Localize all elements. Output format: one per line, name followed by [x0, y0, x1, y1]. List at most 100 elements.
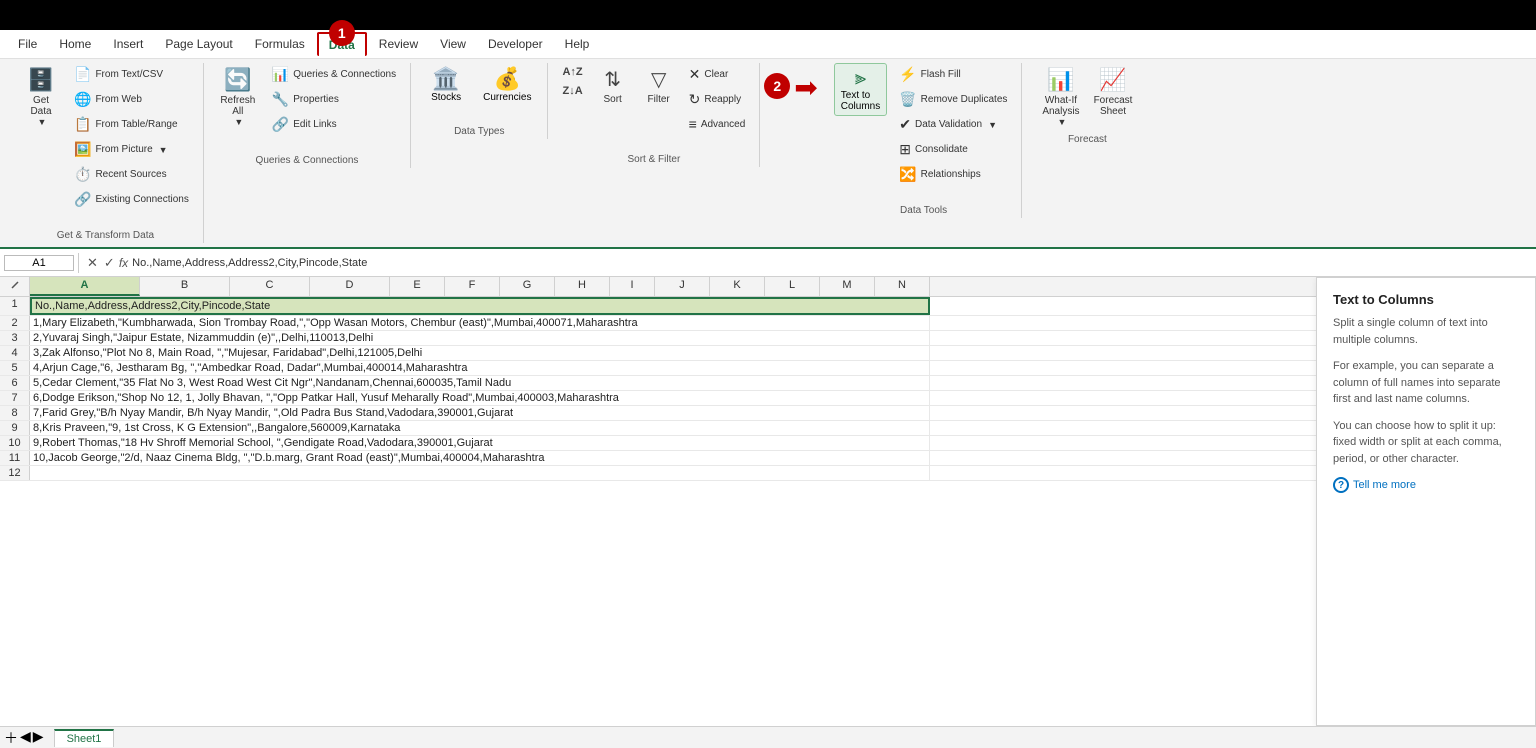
col-header-f[interactable]: F: [445, 277, 500, 296]
menu-page-layout[interactable]: Page Layout: [155, 33, 242, 55]
menu-help[interactable]: Help: [555, 33, 600, 55]
clear-label: Clear: [704, 69, 728, 80]
from-text-csv-button[interactable]: 📄 From Text/CSV: [68, 63, 195, 86]
consolidate-button[interactable]: ⊞ Consolidate: [893, 138, 1013, 161]
queries-connections-button[interactable]: 📊 Queries & Connections: [266, 63, 402, 86]
col-header-b[interactable]: B: [140, 277, 230, 296]
cell-a7[interactable]: 6,Dodge Erikson,"Shop No 12, 1, Jolly Bh…: [30, 391, 930, 405]
menu-view[interactable]: View: [430, 33, 476, 55]
sort-za-icon: Z↓A: [562, 85, 582, 97]
col-header-e[interactable]: E: [390, 277, 445, 296]
tab-scroll-right-icon[interactable]: ▶: [33, 728, 44, 748]
tab-scroll-left-icon[interactable]: ◀: [20, 728, 31, 748]
annotation-1: 1: [329, 20, 355, 46]
tell-me-more-text: Tell me more: [1353, 479, 1416, 491]
text-to-columns-button[interactable]: ⫸ Text toColumns: [834, 63, 887, 116]
from-web-button[interactable]: 🌐 From Web: [68, 88, 195, 111]
currencies-button[interactable]: 💰 Currencies: [475, 63, 539, 106]
flash-fill-button[interactable]: ⚡ Flash Fill: [893, 63, 1013, 86]
from-table-button[interactable]: 📋 From Table/Range: [68, 113, 195, 136]
sheet-tabs: ＋ ◀ ▶ Sheet1: [0, 726, 1536, 748]
refresh-chevron: ▼: [234, 117, 243, 127]
col-header-m[interactable]: M: [820, 277, 875, 296]
filter-button[interactable]: ▽ Filter: [637, 63, 681, 109]
col-header-h[interactable]: H: [555, 277, 610, 296]
menu-developer[interactable]: Developer: [478, 33, 553, 55]
cell-a10[interactable]: 9,Robert Thomas,"18 Hv Shroff Memorial S…: [30, 436, 930, 450]
sort-filter-buttons: A↑Z Z↓A ⇅ Sort ▽ Filter ✕ Clear: [556, 63, 751, 167]
recent-sources-button[interactable]: ⏱️ Recent Sources: [68, 163, 195, 186]
cell-reference-input[interactable]: [4, 255, 74, 271]
col-header-k[interactable]: K: [710, 277, 765, 296]
properties-button[interactable]: 🔧 Properties: [266, 88, 402, 111]
table-row: 1No.,Name,Address,Address2,City,Pincode,…: [0, 297, 1316, 316]
consolidate-icon: ⊞: [899, 141, 911, 158]
cell-a6[interactable]: 5,Cedar Clement,"35 Flat No 3, West Road…: [30, 376, 930, 390]
cell-a4[interactable]: 3,Zak Alfonso,"Plot No 8, Main Road, ","…: [30, 346, 930, 360]
table-row: 21,Mary Elizabeth,"Kumbharwada, Sion Tro…: [0, 316, 1316, 331]
what-if-button[interactable]: 📊 What-IfAnalysis ▼: [1036, 63, 1085, 131]
col-header-n[interactable]: N: [875, 277, 930, 296]
existing-connections-button[interactable]: 🔗 Existing Connections: [68, 188, 195, 211]
cell-a2[interactable]: 1,Mary Elizabeth,"Kumbharwada, Sion Trom…: [30, 316, 930, 330]
reapply-button[interactable]: ↻ Reapply: [683, 88, 752, 111]
tab-add-icon[interactable]: ＋: [4, 728, 18, 748]
sheet-tab-1[interactable]: Sheet1: [54, 729, 115, 747]
queries-buttons: 🔄 RefreshAll ▼ 📊 Queries & Connections 🔧…: [212, 63, 402, 168]
col-header-c[interactable]: C: [230, 277, 310, 296]
from-table-label: From Table/Range: [95, 119, 177, 130]
fx-label: fx: [119, 256, 128, 270]
cell-a1[interactable]: No.,Name,Address,Address2,City,Pincode,S…: [30, 297, 930, 315]
cell-a8[interactable]: 7,Farid Grey,"B/h Nyay Mandir, B/h Nyay …: [30, 406, 930, 420]
group-forecast: 📊 What-IfAnalysis ▼ 📈 ForecastSheet Fore…: [1022, 63, 1152, 147]
sort-button[interactable]: ⇅ Sort: [591, 63, 635, 109]
tell-me-more-link[interactable]: ? Tell me more: [1333, 477, 1519, 493]
recent-sources-label: Recent Sources: [95, 169, 166, 180]
col-header-l[interactable]: L: [765, 277, 820, 296]
sort-az-button[interactable]: A↑Z: [556, 63, 588, 81]
data-validation-button[interactable]: ✔ Data Validation ▼: [893, 113, 1013, 136]
cancel-formula-icon[interactable]: ✕: [87, 255, 98, 271]
col-header-i[interactable]: I: [610, 277, 655, 296]
from-text-icon: 📄: [74, 66, 91, 83]
data-tools-small-btns: ⚡ Flash Fill 🗑️ Remove Duplicates ✔ Data…: [893, 63, 1013, 202]
advanced-button[interactable]: ≡ Advanced: [683, 113, 752, 135]
menu-home[interactable]: Home: [49, 33, 101, 55]
cell-a11[interactable]: 10,Jacob George,"2/d, Naaz Cinema Bldg, …: [30, 451, 930, 465]
flash-fill-label: Flash Fill: [921, 69, 961, 80]
confirm-formula-icon[interactable]: ✓: [104, 255, 115, 271]
what-if-chevron: ▼: [1057, 117, 1066, 127]
col-header-j[interactable]: J: [655, 277, 710, 296]
from-picture-chevron: ▼: [159, 145, 168, 155]
menu-data[interactable]: 1 Data: [317, 32, 367, 56]
from-picture-button[interactable]: 🖼️ From Picture ▼: [68, 138, 195, 161]
formula-bar: ✕ ✓ fx No.,Name,Address,Address2,City,Pi…: [0, 249, 1536, 277]
what-if-label: What-IfAnalysis: [1042, 95, 1079, 117]
col-header-a[interactable]: A: [30, 277, 140, 296]
advanced-label: Advanced: [701, 119, 745, 130]
cell-a5[interactable]: 4,Arjun Cage,"6, Jestharam Bg, ","Ambedk…: [30, 361, 930, 375]
col-header-d[interactable]: D: [310, 277, 390, 296]
forecast-sheet-button[interactable]: 📈 ForecastSheet: [1088, 63, 1139, 121]
stocks-button[interactable]: 🏛️ Stocks: [419, 63, 473, 106]
menu-formulas[interactable]: Formulas: [245, 33, 315, 55]
remove-duplicates-button[interactable]: 🗑️ Remove Duplicates: [893, 88, 1013, 111]
menu-file[interactable]: File: [8, 33, 47, 55]
menu-review[interactable]: Review: [369, 33, 428, 55]
get-data-button[interactable]: 🗄️ GetData ▼: [16, 63, 66, 131]
cell-a3[interactable]: 2,Yuvaraj Singh,"Jaipur Estate, Nizammud…: [30, 331, 930, 345]
col-header-g[interactable]: G: [500, 277, 555, 296]
arrow-area: 2 ➡: [760, 63, 825, 104]
refresh-all-button[interactable]: 🔄 RefreshAll ▼: [212, 63, 264, 131]
relationships-button[interactable]: 🔀 Relationships: [893, 163, 1013, 186]
tooltip-title: Text to Columns: [1333, 292, 1519, 307]
cell-a12[interactable]: [30, 466, 930, 480]
menu-insert[interactable]: Insert: [103, 33, 153, 55]
edit-links-button[interactable]: 🔗 Edit Links: [266, 113, 402, 136]
table-row: 54,Arjun Cage,"6, Jestharam Bg, ","Ambed…: [0, 361, 1316, 376]
clear-button[interactable]: ✕ Clear: [683, 63, 752, 86]
database-icon: 🗄️: [27, 67, 54, 93]
annotation-2: 2: [764, 73, 790, 99]
cell-a9[interactable]: 8,Kris Praveen,"9, 1st Cross, K G Extens…: [30, 421, 930, 435]
sort-za-button[interactable]: Z↓A: [556, 82, 588, 100]
